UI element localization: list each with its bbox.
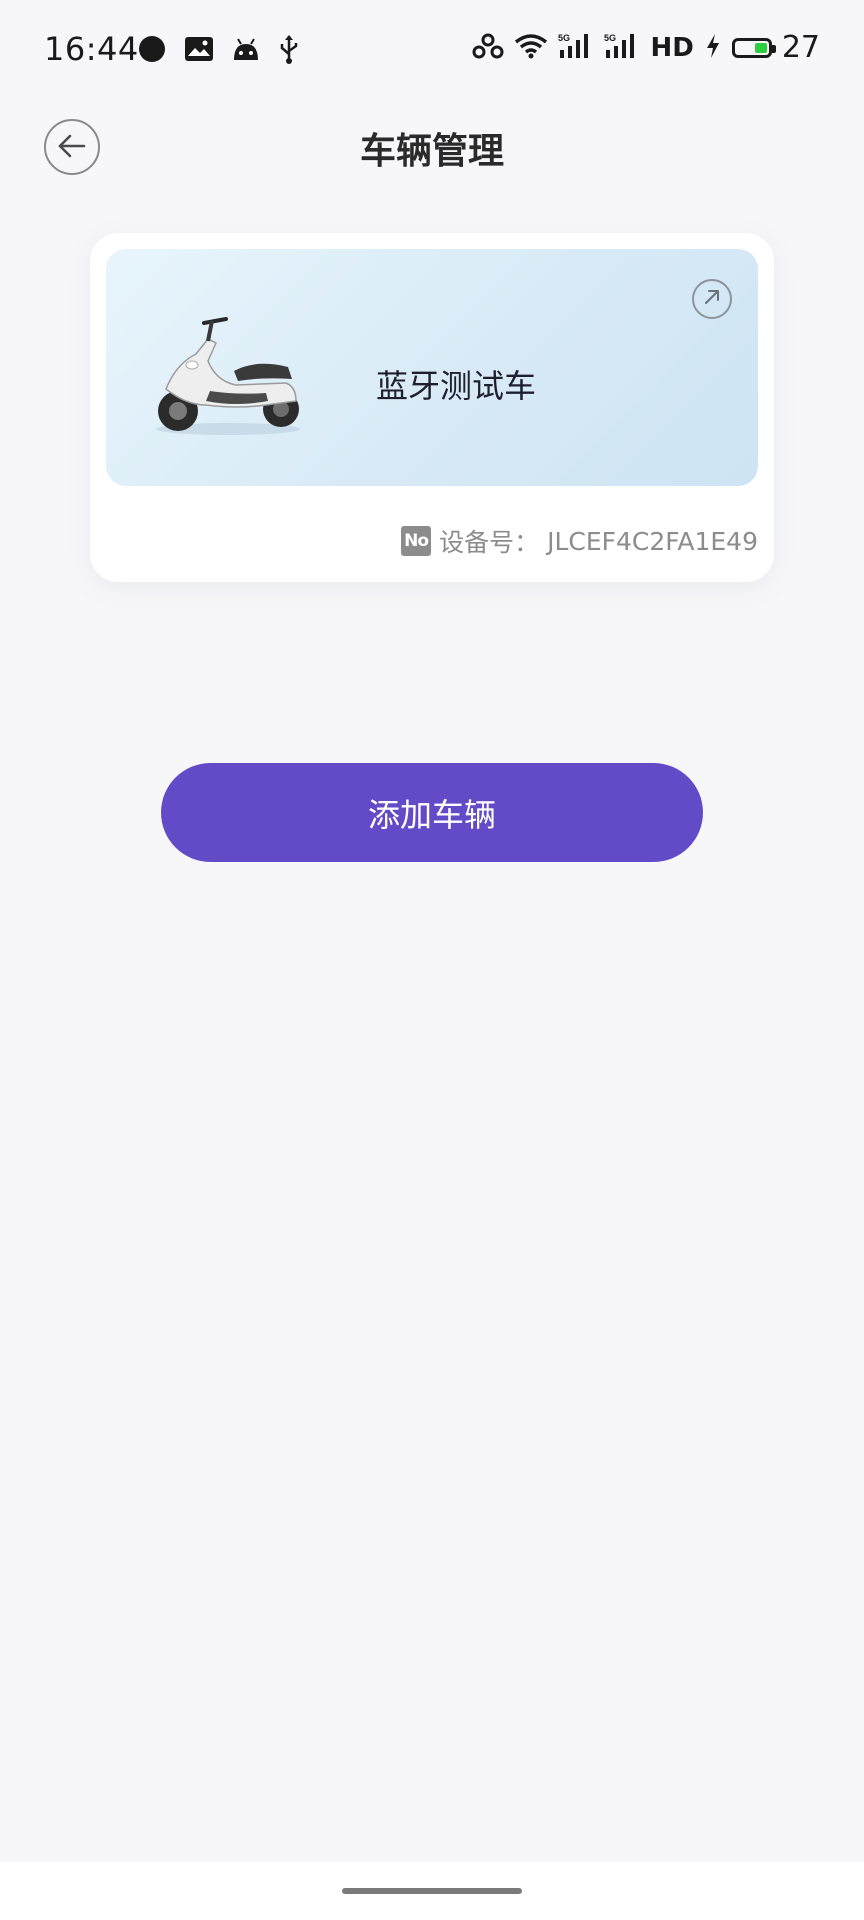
home-indicator[interactable] bbox=[342, 1888, 522, 1894]
signal-5g-icon: 5G bbox=[558, 32, 594, 64]
battery-icon bbox=[731, 37, 776, 58]
navigation-bar bbox=[0, 1862, 864, 1920]
device-info: No 设备号： JLCEF4C2FA1E49 bbox=[401, 523, 758, 559]
battery-level: 27 bbox=[781, 30, 820, 65]
notification-icons bbox=[138, 34, 300, 68]
arrow-up-right-icon bbox=[702, 287, 722, 311]
charging-icon bbox=[704, 33, 722, 63]
vehicle-management-screen: 16:44 5G 5G HD 27 车辆管理 蓝牙测试车 No 设备号： JLC… bbox=[0, 0, 864, 1920]
page-title: 车辆管理 bbox=[359, 131, 504, 172]
wifi-icon bbox=[514, 33, 548, 63]
vehicle-card[interactable]: 蓝牙测试车 No 设备号： JLCEF4C2FA1E49 bbox=[90, 233, 774, 582]
android-icon bbox=[232, 36, 260, 66]
device-id: JLCEF4C2FA1E49 bbox=[547, 526, 758, 556]
svg-text:5G: 5G bbox=[558, 33, 570, 43]
gallery-icon bbox=[184, 36, 214, 66]
hd-indicator: HD bbox=[650, 32, 694, 63]
status-bar: 16:44 5G 5G HD 27 bbox=[0, 0, 864, 100]
usb-icon bbox=[278, 34, 300, 68]
message-bubble-icon bbox=[138, 35, 166, 67]
svg-text:5G: 5G bbox=[604, 33, 616, 43]
vehicle-banner[interactable]: 蓝牙测试车 bbox=[106, 249, 758, 486]
hotspot-icon bbox=[472, 32, 504, 64]
device-number-icon: No bbox=[401, 526, 432, 556]
device-label: 设备号： bbox=[439, 528, 540, 557]
scooter-image bbox=[146, 309, 311, 439]
status-time: 16:44 bbox=[44, 30, 139, 68]
open-detail-button[interactable] bbox=[692, 279, 732, 319]
system-status-icons: 5G 5G HD 27 bbox=[472, 30, 820, 65]
add-vehicle-button[interactable]: 添加车辆 bbox=[161, 763, 703, 862]
battery-fill bbox=[754, 42, 767, 53]
vehicle-name: 蓝牙测试车 bbox=[376, 367, 537, 405]
signal-5g-icon: 5G bbox=[604, 32, 640, 64]
